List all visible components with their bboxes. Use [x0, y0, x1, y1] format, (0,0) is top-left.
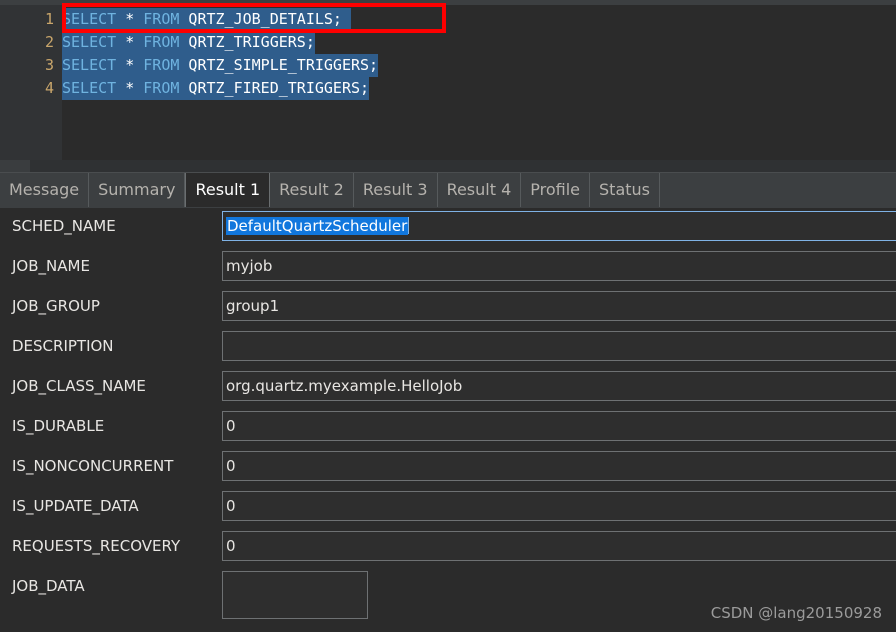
line-number: 4 [44, 79, 54, 97]
form-row: JOB_GROUP group1 [0, 288, 896, 328]
sql-star-operator: * [116, 10, 144, 28]
field-value: 0 [226, 417, 236, 435]
tab-result-1[interactable]: Result 1 [185, 173, 271, 207]
panel-splitter[interactable] [0, 160, 896, 172]
tab-label: Result 2 [279, 180, 344, 199]
field-label-is_durable: IS_DURABLE [12, 417, 105, 435]
tab-label: Message [9, 180, 80, 199]
field-input-job_name[interactable]: myjob [222, 251, 896, 281]
sql-star-operator: * [116, 33, 144, 51]
tab-result-2[interactable]: Result 2 [270, 173, 354, 207]
sql-keyword: SELECT [62, 79, 117, 97]
field-input-is_durable[interactable]: 0 [222, 411, 896, 441]
field-label-job_name: JOB_NAME [12, 257, 90, 275]
sql-editor[interactable]: 1 2 3 4 SELECT * FROM QRTZ_JOB_DETAILS; SEL… [0, 5, 896, 160]
sql-table-name: QRTZ_SIMPLE_TRIGGERS; [179, 56, 379, 74]
watermark-text: CSDN @lang20150928 [710, 604, 882, 622]
sql-star-operator: * [116, 79, 144, 97]
tab-label: Summary [98, 180, 176, 199]
selected-text-span: SELECT * FROM QRTZ_SIMPLE_TRIGGERS; [62, 54, 379, 77]
field-input-requests_recovery[interactable]: 0 [222, 531, 896, 561]
form-row: IS_UPDATE_DATA 0 [0, 488, 896, 528]
form-row: DESCRIPTION [0, 328, 896, 368]
field-input-job_class_name[interactable]: org.quartz.myexample.HelloJob [222, 371, 896, 401]
field-value: 0 [226, 457, 236, 475]
sql-keyword: SELECT [62, 10, 117, 28]
splitter-handle[interactable] [0, 160, 30, 172]
selected-text-span: SELECT * FROM QRTZ_FIRED_TRIGGERS; [62, 77, 370, 100]
sql-keyword: FROM [143, 10, 180, 28]
sql-table-name: QRTZ_JOB_DETAILS; [179, 10, 351, 28]
field-value: myjob [226, 257, 273, 275]
field-label-is_update_data: IS_UPDATE_DATA [12, 497, 139, 515]
sql-code-line[interactable]: SELECT * FROM QRTZ_SIMPLE_TRIGGERS; [62, 54, 379, 77]
sql-keyword: SELECT [62, 33, 117, 51]
sql-keyword: FROM [143, 56, 180, 74]
sql-code-line[interactable]: SELECT * FROM QRTZ_TRIGGERS; [62, 31, 315, 54]
field-value: 0 [226, 497, 236, 515]
field-label-job_class_name: JOB_CLASS_NAME [12, 377, 146, 395]
sql-keyword: FROM [143, 33, 180, 51]
field-input-job_group[interactable]: group1 [222, 291, 896, 321]
sql-table-name: QRTZ_TRIGGERS; [179, 33, 315, 51]
form-row: JOB_DATA [0, 568, 896, 619]
sql-code-line[interactable]: SELECT * FROM QRTZ_FIRED_TRIGGERS; [62, 77, 370, 100]
tab-label: Result 1 [195, 180, 261, 199]
line-number: 2 [44, 33, 54, 51]
form-row: IS_NONCONCURRENT 0 [0, 448, 896, 488]
sql-client-window: 1 2 3 4 SELECT * FROM QRTZ_JOB_DETAILS; SEL… [0, 0, 896, 632]
tab-message[interactable]: Message [0, 173, 90, 207]
field-label-job_group: JOB_GROUP [12, 297, 100, 315]
form-row: SCHED_NAME DefaultQuartzScheduler [0, 208, 896, 248]
field-label-sched_name: SCHED_NAME [12, 217, 116, 235]
line-number: 1 [44, 10, 54, 28]
tab-label: Result 4 [446, 180, 512, 199]
line-number: 3 [44, 56, 54, 74]
field-label-description: DESCRIPTION [12, 337, 114, 355]
field-input-is_nonconcurrent[interactable]: 0 [222, 451, 896, 481]
tab-label: Status [599, 180, 650, 199]
text-caret [408, 217, 410, 234]
form-row: IS_DURABLE 0 [0, 408, 896, 448]
field-value: group1 [226, 297, 280, 315]
field-value: org.quartz.myexample.HelloJob [226, 377, 463, 395]
sql-table-name: QRTZ_FIRED_TRIGGERS; [179, 79, 370, 97]
tab-result-3[interactable]: Result 3 [353, 173, 438, 207]
tab-profile[interactable]: Profile [521, 173, 591, 207]
field-input-is_update_data[interactable]: 0 [222, 491, 896, 521]
selected-text-span: SELECT * FROM QRTZ_JOB_DETAILS; [62, 8, 351, 31]
selected-value: DefaultQuartzScheduler [226, 217, 409, 235]
selected-text-span: SELECT * FROM QRTZ_TRIGGERS; [62, 31, 315, 54]
sql-code-line[interactable]: SELECT * FROM QRTZ_JOB_DETAILS; [62, 8, 351, 31]
field-value: 0 [226, 537, 236, 555]
sql-star-operator: * [116, 56, 144, 74]
tab-status[interactable]: Status [590, 173, 660, 207]
sql-code-area[interactable]: SELECT * FROM QRTZ_JOB_DETAILS; SELECT *… [62, 5, 896, 160]
tab-summary[interactable]: Summary [89, 173, 186, 207]
form-row: JOB_NAME myjob [0, 248, 896, 288]
sql-keyword: FROM [143, 79, 180, 97]
form-row: JOB_CLASS_NAME org.quartz.myexample.Hello… [0, 368, 896, 408]
result-form-view: SCHED_NAME DefaultQuartzScheduler JOB_NAME… [0, 208, 896, 632]
field-label-requests_recovery: REQUESTS_RECOVERY [12, 537, 181, 555]
tab-result-4[interactable]: Result 4 [437, 173, 522, 207]
tab-label: Profile [530, 180, 581, 199]
line-number-gutter: 1 2 3 4 [8, 5, 62, 160]
result-tabbar: Message Summary Result 1 Result 2 Result 3 Re… [0, 172, 896, 209]
field-input-description[interactable] [222, 331, 896, 361]
field-label-is_nonconcurrent: IS_NONCONCURRENT [12, 457, 174, 475]
sql-keyword: SELECT [62, 56, 117, 74]
field-input-job_data[interactable] [222, 571, 368, 619]
form-row: REQUESTS_RECOVERY 0 [0, 528, 896, 568]
editor-left-margin [0, 5, 8, 160]
field-input-sched_name[interactable]: DefaultQuartzScheduler [222, 211, 896, 241]
field-label-job_data: JOB_DATA [12, 577, 85, 595]
tab-label: Result 3 [362, 180, 428, 199]
